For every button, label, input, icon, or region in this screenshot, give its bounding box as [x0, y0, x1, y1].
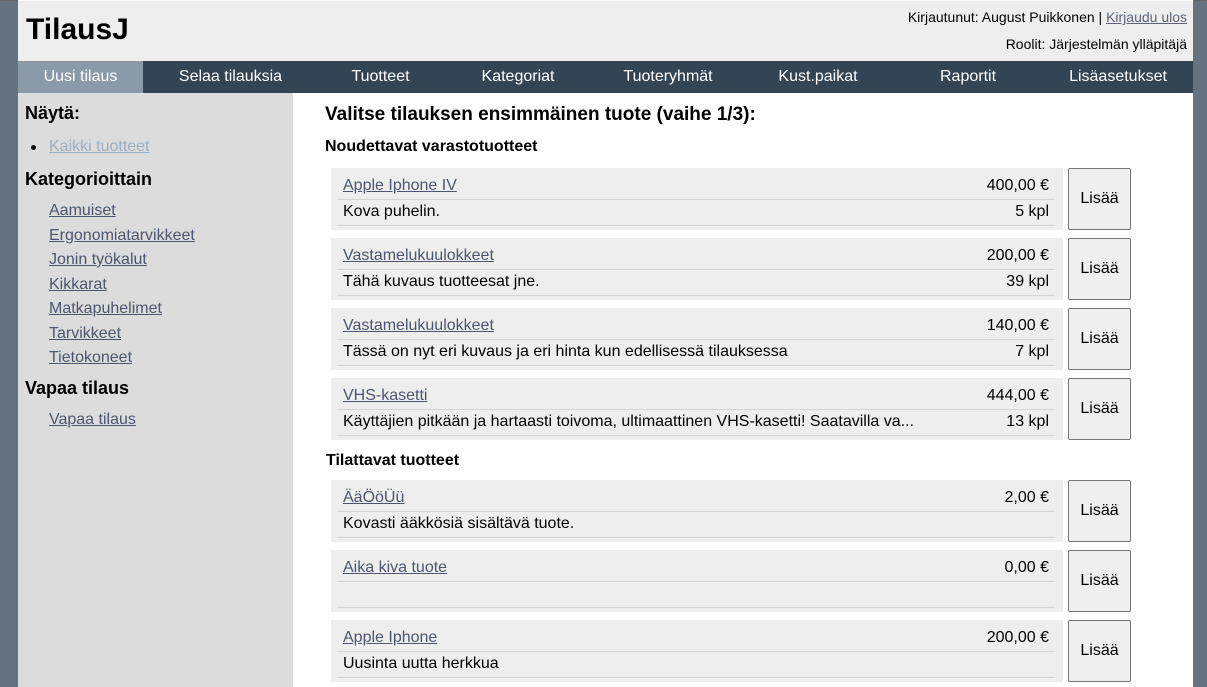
product-description: Tässä on nyt eri kuvaus ja eri hinta kun…	[343, 343, 788, 360]
product-price: 200,00 €	[986, 247, 1049, 264]
nav-reports[interactable]: Raportit	[893, 61, 1043, 93]
main-nav: Uusi tilaus Selaa tilauksia Tuotteet Kat…	[18, 61, 1193, 93]
free-order-heading: Vapaa tilaus	[25, 378, 130, 398]
bullet-icon	[31, 145, 36, 150]
add-button[interactable]: Lisää	[1068, 308, 1131, 370]
product-item: Apple Iphone IV 400,00 € Kova puhelin. 5 k…	[331, 168, 1131, 230]
product-price: 400,00 €	[986, 177, 1049, 194]
product-price: 0,00 €	[1004, 559, 1049, 576]
product-description: Kova puhelin.	[343, 203, 440, 220]
sidebar-category[interactable]: Kikkarat	[49, 273, 195, 298]
nav-new-order[interactable]: Uusi tilaus	[18, 61, 143, 93]
product-name-link[interactable]: ÄäÖöÜü	[343, 489, 404, 507]
show-heading: Näytä:	[25, 103, 81, 123]
product-item: ÄäÖöÜü 2,00 € Kovasti ääkkösiä sisältävä …	[331, 480, 1131, 542]
sidebar: Näytä: Kaikki tuotteet Kategorioittain A…	[18, 93, 293, 687]
product-description: Tähä kuvaus tuotteesat jne.	[343, 273, 540, 290]
product-price: 2,00 €	[1004, 489, 1049, 506]
sidebar-category[interactable]: Ergonomiatarvikkeet	[49, 224, 195, 249]
header: TilausJ Kirjautunut: August Puikkonen | …	[18, 1, 1193, 61]
product-name-link[interactable]: Vastamelukuulokkeet	[343, 247, 494, 265]
product-stock: 5 kpl	[1015, 203, 1049, 220]
product-name-link[interactable]: Vastamelukuulokkeet	[343, 317, 494, 335]
nav-categories[interactable]: Kategoriat	[443, 61, 593, 93]
product-price: 444,00 €	[986, 387, 1049, 404]
product-name-link[interactable]: Apple Iphone IV	[343, 177, 457, 195]
category-list: Aamuiset Ergonomiatarvikkeet Jonin työka…	[49, 199, 195, 371]
sidebar-free-order[interactable]: Vapaa tilaus	[49, 408, 136, 433]
sidebar-category[interactable]: Aamuiset	[49, 199, 195, 224]
nav-browse-orders[interactable]: Selaa tilauksia	[143, 61, 318, 93]
categories-heading: Kategorioittain	[25, 169, 153, 189]
sidebar-category[interactable]: Jonin työkalut	[49, 248, 195, 273]
product-stock: 7 kpl	[1015, 343, 1049, 360]
product-description: Käyttäjien pitkään ja hartaasti toivoma,…	[343, 413, 914, 430]
product-name-link[interactable]: Aika kiva tuote	[343, 559, 447, 577]
nav-cost-centers[interactable]: Kust.paikat	[743, 61, 893, 93]
logged-in-label: Kirjautunut: August Puikkonen |	[907, 9, 1107, 25]
product-stock: 39 kpl	[1006, 273, 1049, 290]
add-button[interactable]: Lisää	[1068, 238, 1131, 300]
product-item: Aika kiva tuote 0,00 € Lisää	[331, 550, 1131, 612]
sidebar-category[interactable]: Matkapuhelimet	[49, 297, 195, 322]
logout-link[interactable]: Kirjaudu ulos	[1106, 9, 1187, 25]
add-button[interactable]: Lisää	[1068, 480, 1131, 542]
app-logo: TilausJ	[26, 13, 129, 46]
product-price: 200,00 €	[986, 629, 1049, 646]
add-button[interactable]: Lisää	[1068, 550, 1131, 612]
product-name-link[interactable]: VHS-kasetti	[343, 387, 427, 405]
product-price: 140,00 €	[986, 317, 1049, 334]
section-heading: Tilattavat tuotteet	[326, 452, 460, 469]
add-button[interactable]: Lisää	[1068, 378, 1131, 440]
nav-product-groups[interactable]: Tuoteryhmät	[593, 61, 743, 93]
product-stock: 13 kpl	[1006, 413, 1049, 430]
nav-settings[interactable]: Lisäasetukset	[1043, 61, 1193, 93]
product-item: Apple Iphone 200,00 € Uusinta uutta herkk…	[331, 620, 1131, 682]
roles-label: Roolit: Järjestelmän ylläpitäjä	[1005, 36, 1187, 52]
product-item: Vastamelukuulokkeet 200,00 € Tähä kuvaus …	[331, 238, 1131, 300]
page: TilausJ Kirjautunut: August Puikkonen | …	[18, 0, 1193, 687]
add-button[interactable]: Lisää	[1068, 168, 1131, 230]
sidebar-category[interactable]: Tietokoneet	[49, 346, 195, 371]
sidebar-category[interactable]: Tarvikkeet	[49, 322, 195, 347]
sidebar-all-products[interactable]: Kaikki tuotteet	[49, 135, 150, 160]
page-title: Valitse tilauksen ensimmäinen tuote (vai…	[325, 104, 756, 125]
user-info: Kirjautunut: August Puikkonen | Kirjaudu…	[908, 9, 1187, 25]
section-heading: Noudettavat varastotuotteet	[325, 138, 538, 155]
nav-products[interactable]: Tuotteet	[318, 61, 443, 93]
product-description: Kovasti ääkkösiä sisältävä tuote.	[343, 515, 575, 532]
product-item: Vastamelukuulokkeet 140,00 € Tässä on nyt…	[331, 308, 1131, 370]
product-description: Uusinta uutta herkkua	[343, 655, 499, 672]
product-item: VHS-kasetti 444,00 € Käyttäjien pitkään j…	[331, 378, 1131, 440]
add-button[interactable]: Lisää	[1068, 620, 1131, 682]
product-name-link[interactable]: Apple Iphone	[343, 629, 437, 647]
